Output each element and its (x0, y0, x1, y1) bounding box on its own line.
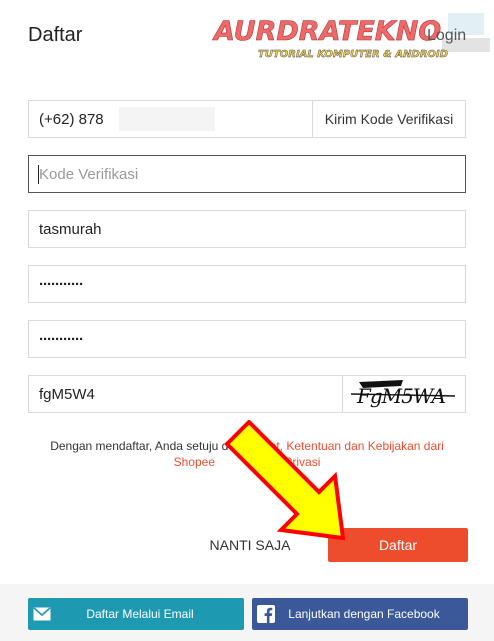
privacy-link[interactable]: n Privasi (274, 455, 320, 469)
terms-text: Dengan mendaftar, Anda setuju den Syarat… (30, 438, 464, 470)
password-input[interactable]: ··········· (28, 265, 466, 303)
terms-prefix: Dengan mendaftar, Anda setuju de (50, 439, 235, 453)
shopee-link[interactable]: Shopee (174, 455, 215, 469)
verification-code-input[interactable]: Kode Verifikasi (28, 155, 466, 193)
envelope-icon (28, 598, 56, 630)
social-footer: Daftar Melalui Email Lanjutkan dengan Fa… (0, 584, 494, 641)
confirm-password-value: ··········· (39, 331, 84, 348)
facebook-login-button[interactable]: Lanjutkan dengan Facebook (252, 598, 468, 630)
verification-placeholder: Kode Verifikasi (39, 166, 139, 183)
phone-value: (+62) 878 (39, 111, 104, 128)
confirm-password-input[interactable]: ··········· (28, 320, 466, 358)
email-register-button[interactable]: Daftar Melalui Email (28, 598, 244, 630)
phone-field[interactable]: (+62) 878 Kirim Kode Verifikasi (28, 100, 466, 138)
captcha-text: FgM5WA (356, 384, 445, 408)
send-code-button[interactable]: Kirim Kode Verifikasi (312, 101, 465, 137)
facebook-icon (252, 598, 280, 630)
facebook-login-label: Lanjutkan dengan Facebook (288, 607, 440, 621)
watermark-subtitle: TUTORIAL KOMPUTER & ANDROID (258, 49, 448, 60)
captcha-image[interactable]: FgM5WA (342, 376, 465, 412)
login-link[interactable]: Login (427, 27, 466, 45)
watermark-title: AURDRATEKNO (212, 16, 441, 47)
page-title: Daftar (28, 24, 83, 46)
username-input[interactable]: tasmurah (28, 210, 466, 248)
register-button[interactable]: Daftar (328, 528, 468, 562)
terms-link[interactable]: n Syarat, Ketentuan dan Kebijakan dari (235, 439, 444, 453)
email-register-label: Daftar Melalui Email (86, 607, 194, 621)
terms-middle (215, 455, 218, 469)
password-value: ··········· (39, 276, 84, 293)
skip-button[interactable]: NANTI SAJA (198, 530, 302, 560)
username-value: tasmurah (39, 221, 102, 238)
captcha-input[interactable]: fgM5W4 FgM5WA (28, 375, 466, 413)
captcha-value: fgM5W4 (39, 386, 95, 403)
phone-redaction (119, 107, 215, 131)
